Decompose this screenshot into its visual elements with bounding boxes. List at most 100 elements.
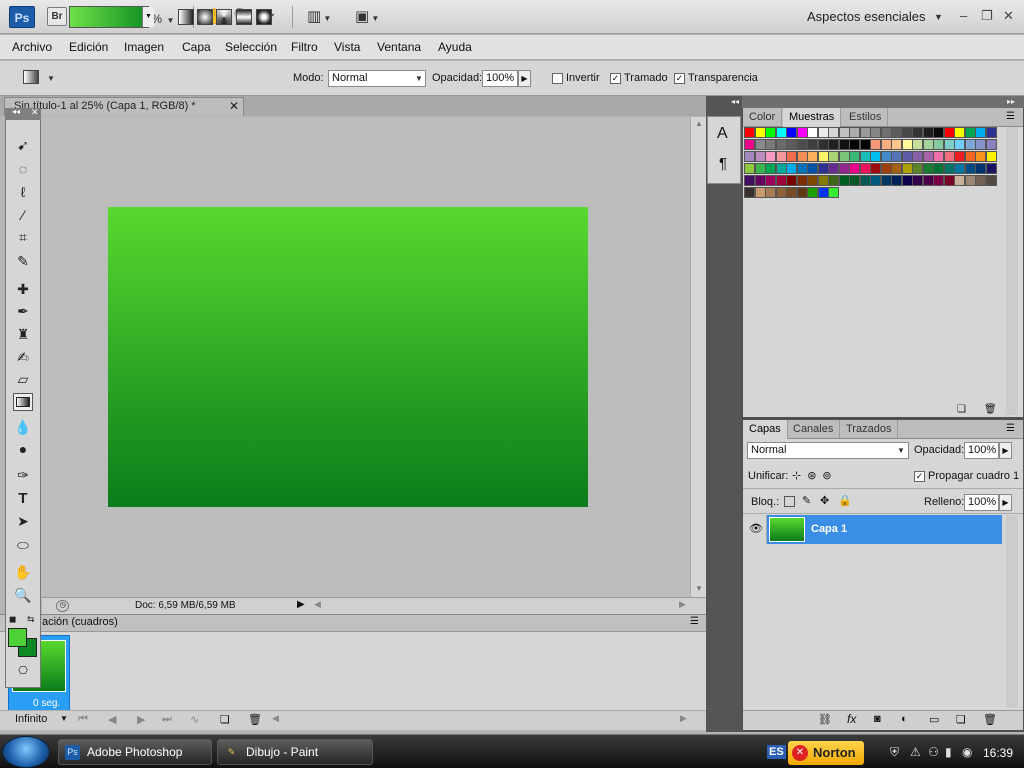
gradient-editor-preview[interactable]	[69, 6, 149, 28]
color-swatch[interactable]	[922, 175, 934, 186]
color-swatch[interactable]	[933, 175, 944, 186]
color-swatch[interactable]	[786, 151, 797, 162]
color-swatch[interactable]	[943, 163, 955, 174]
color-swatch[interactable]	[744, 127, 755, 138]
gradient-tool-icon[interactable]	[13, 393, 33, 411]
color-swatch[interactable]	[859, 151, 871, 162]
duplicate-frame-icon[interactable]: ❏	[220, 713, 230, 726]
ellipse-tool-icon[interactable]: ⬭	[6, 535, 40, 555]
tab-estilos[interactable]: Estilos	[843, 108, 889, 127]
color-swatch[interactable]	[922, 151, 934, 162]
color-swatch[interactable]	[912, 151, 923, 162]
close-icon[interactable]: ✕	[229, 99, 239, 113]
radial-gradient-icon[interactable]	[197, 9, 213, 25]
color-swatch[interactable]	[985, 151, 997, 162]
healing-brush-tool-icon[interactable]: ✚	[6, 279, 40, 299]
color-swatch[interactable]	[775, 151, 787, 162]
color-swatch[interactable]	[933, 127, 944, 138]
color-swatch[interactable]	[817, 175, 829, 186]
color-swatch[interactable]	[765, 187, 776, 198]
color-swatch[interactable]	[807, 127, 818, 138]
color-swatch[interactable]	[828, 151, 839, 162]
eye-icon[interactable]: 👁	[749, 522, 763, 535]
color-swatch[interactable]	[817, 163, 829, 174]
type-tool-icon[interactable]: T	[6, 489, 40, 509]
security-icon[interactable]: ⚠	[910, 745, 921, 759]
color-swatch[interactable]	[985, 175, 997, 186]
tool-preset-icon[interactable]	[23, 70, 39, 84]
lock-all-icon[interactable]: 🔒	[838, 494, 852, 507]
propagate-checkbox[interactable]: ✓	[914, 471, 925, 482]
color-swatch[interactable]	[922, 127, 934, 138]
color-swatch[interactable]	[870, 139, 881, 150]
color-swatch[interactable]	[744, 139, 755, 150]
scroll-up-icon[interactable]: ▲	[695, 119, 703, 128]
color-swatch[interactable]	[796, 139, 808, 150]
color-swatch[interactable]	[975, 151, 986, 162]
tab-muestras[interactable]: Muestras	[783, 108, 842, 127]
color-swatch[interactable]	[891, 175, 902, 186]
color-swatch[interactable]	[880, 163, 892, 174]
language-indicator[interactable]: ES	[767, 745, 786, 759]
color-swatch[interactable]	[933, 163, 944, 174]
menu-seleccion[interactable]: Selección	[225, 40, 277, 54]
color-swatch[interactable]	[807, 187, 818, 198]
color-swatch[interactable]	[765, 151, 776, 162]
color-swatch[interactable]	[912, 175, 923, 186]
scroll-right-icon[interactable]: ▶	[679, 599, 686, 610]
tab-trazados[interactable]: Trazados	[840, 420, 899, 439]
color-swatch[interactable]	[765, 163, 776, 174]
color-swatch[interactable]	[870, 163, 881, 174]
move-tool-icon[interactable]: ➹	[6, 135, 40, 155]
color-swatch[interactable]	[954, 175, 965, 186]
menu-capa[interactable]: Capa	[182, 40, 211, 54]
chevron-down-icon[interactable]: ▼	[47, 74, 55, 83]
color-swatch[interactable]	[775, 163, 787, 174]
color-swatch[interactable]	[796, 151, 808, 162]
color-swatch[interactable]	[828, 163, 839, 174]
color-swatch[interactable]	[901, 175, 913, 186]
color-swatch[interactable]	[775, 127, 787, 138]
tab-color[interactable]: Color	[743, 108, 783, 127]
color-swatch[interactable]	[754, 151, 766, 162]
color-swatch[interactable]	[901, 127, 913, 138]
quick-mask-icon[interactable]: ⎔	[6, 661, 40, 681]
color-swatch[interactable]	[954, 163, 965, 174]
panel-menu-icon[interactable]: ☰	[690, 616, 699, 627]
color-swatch[interactable]	[912, 139, 923, 150]
minimize-icon[interactable]: –	[960, 8, 967, 23]
magic-wand-tool-icon[interactable]: ⁄	[6, 205, 40, 225]
color-swatch[interactable]	[880, 175, 892, 186]
transparency-checkbox[interactable]: ✓	[674, 73, 685, 84]
fill-slider-button[interactable]: ▶	[999, 494, 1012, 511]
play-icon[interactable]: ▶	[137, 713, 145, 726]
swap-colors-icon[interactable]: ⇆	[19, 614, 35, 624]
eraser-tool-icon[interactable]: ▱	[6, 369, 40, 389]
next-frame-icon[interactable]: ⏭	[162, 713, 172, 726]
brush-tool-icon[interactable]: ✒	[6, 301, 40, 321]
layer-thumbnail[interactable]	[769, 517, 805, 542]
menu-edicion[interactable]: Edición	[69, 40, 108, 54]
color-swatch[interactable]	[796, 175, 808, 186]
color-swatch[interactable]	[954, 139, 965, 150]
menu-filtro[interactable]: Filtro	[291, 40, 318, 54]
color-swatch[interactable]	[870, 151, 881, 162]
expand-icon[interactable]: ▸▸	[1007, 97, 1015, 106]
color-swatch[interactable]	[975, 175, 986, 186]
color-swatch[interactable]	[901, 139, 913, 150]
tab-capas[interactable]: Capas	[743, 420, 788, 439]
unify-icons[interactable]: ⊹⊛⊚	[792, 469, 838, 482]
arrange-documents-icon[interactable]: ▥ ▼	[307, 8, 331, 28]
tab-canales[interactable]: Canales	[787, 420, 841, 439]
color-swatch[interactable]	[933, 151, 944, 162]
menu-ayuda[interactable]: Ayuda	[438, 40, 472, 54]
color-swatch[interactable]	[964, 163, 976, 174]
color-swatch[interactable]	[880, 139, 892, 150]
toolbox-header[interactable]: ◂◂ ✕	[5, 107, 41, 120]
new-layer-icon[interactable]: ❏	[956, 713, 966, 726]
scroll-down-icon[interactable]: ▼	[695, 584, 703, 593]
invert-checkbox[interactable]	[552, 73, 563, 84]
scroll-left-icon[interactable]: ◀	[314, 599, 321, 610]
color-swatch[interactable]	[775, 139, 787, 150]
link-layers-icon[interactable]: ⛓	[818, 713, 832, 726]
